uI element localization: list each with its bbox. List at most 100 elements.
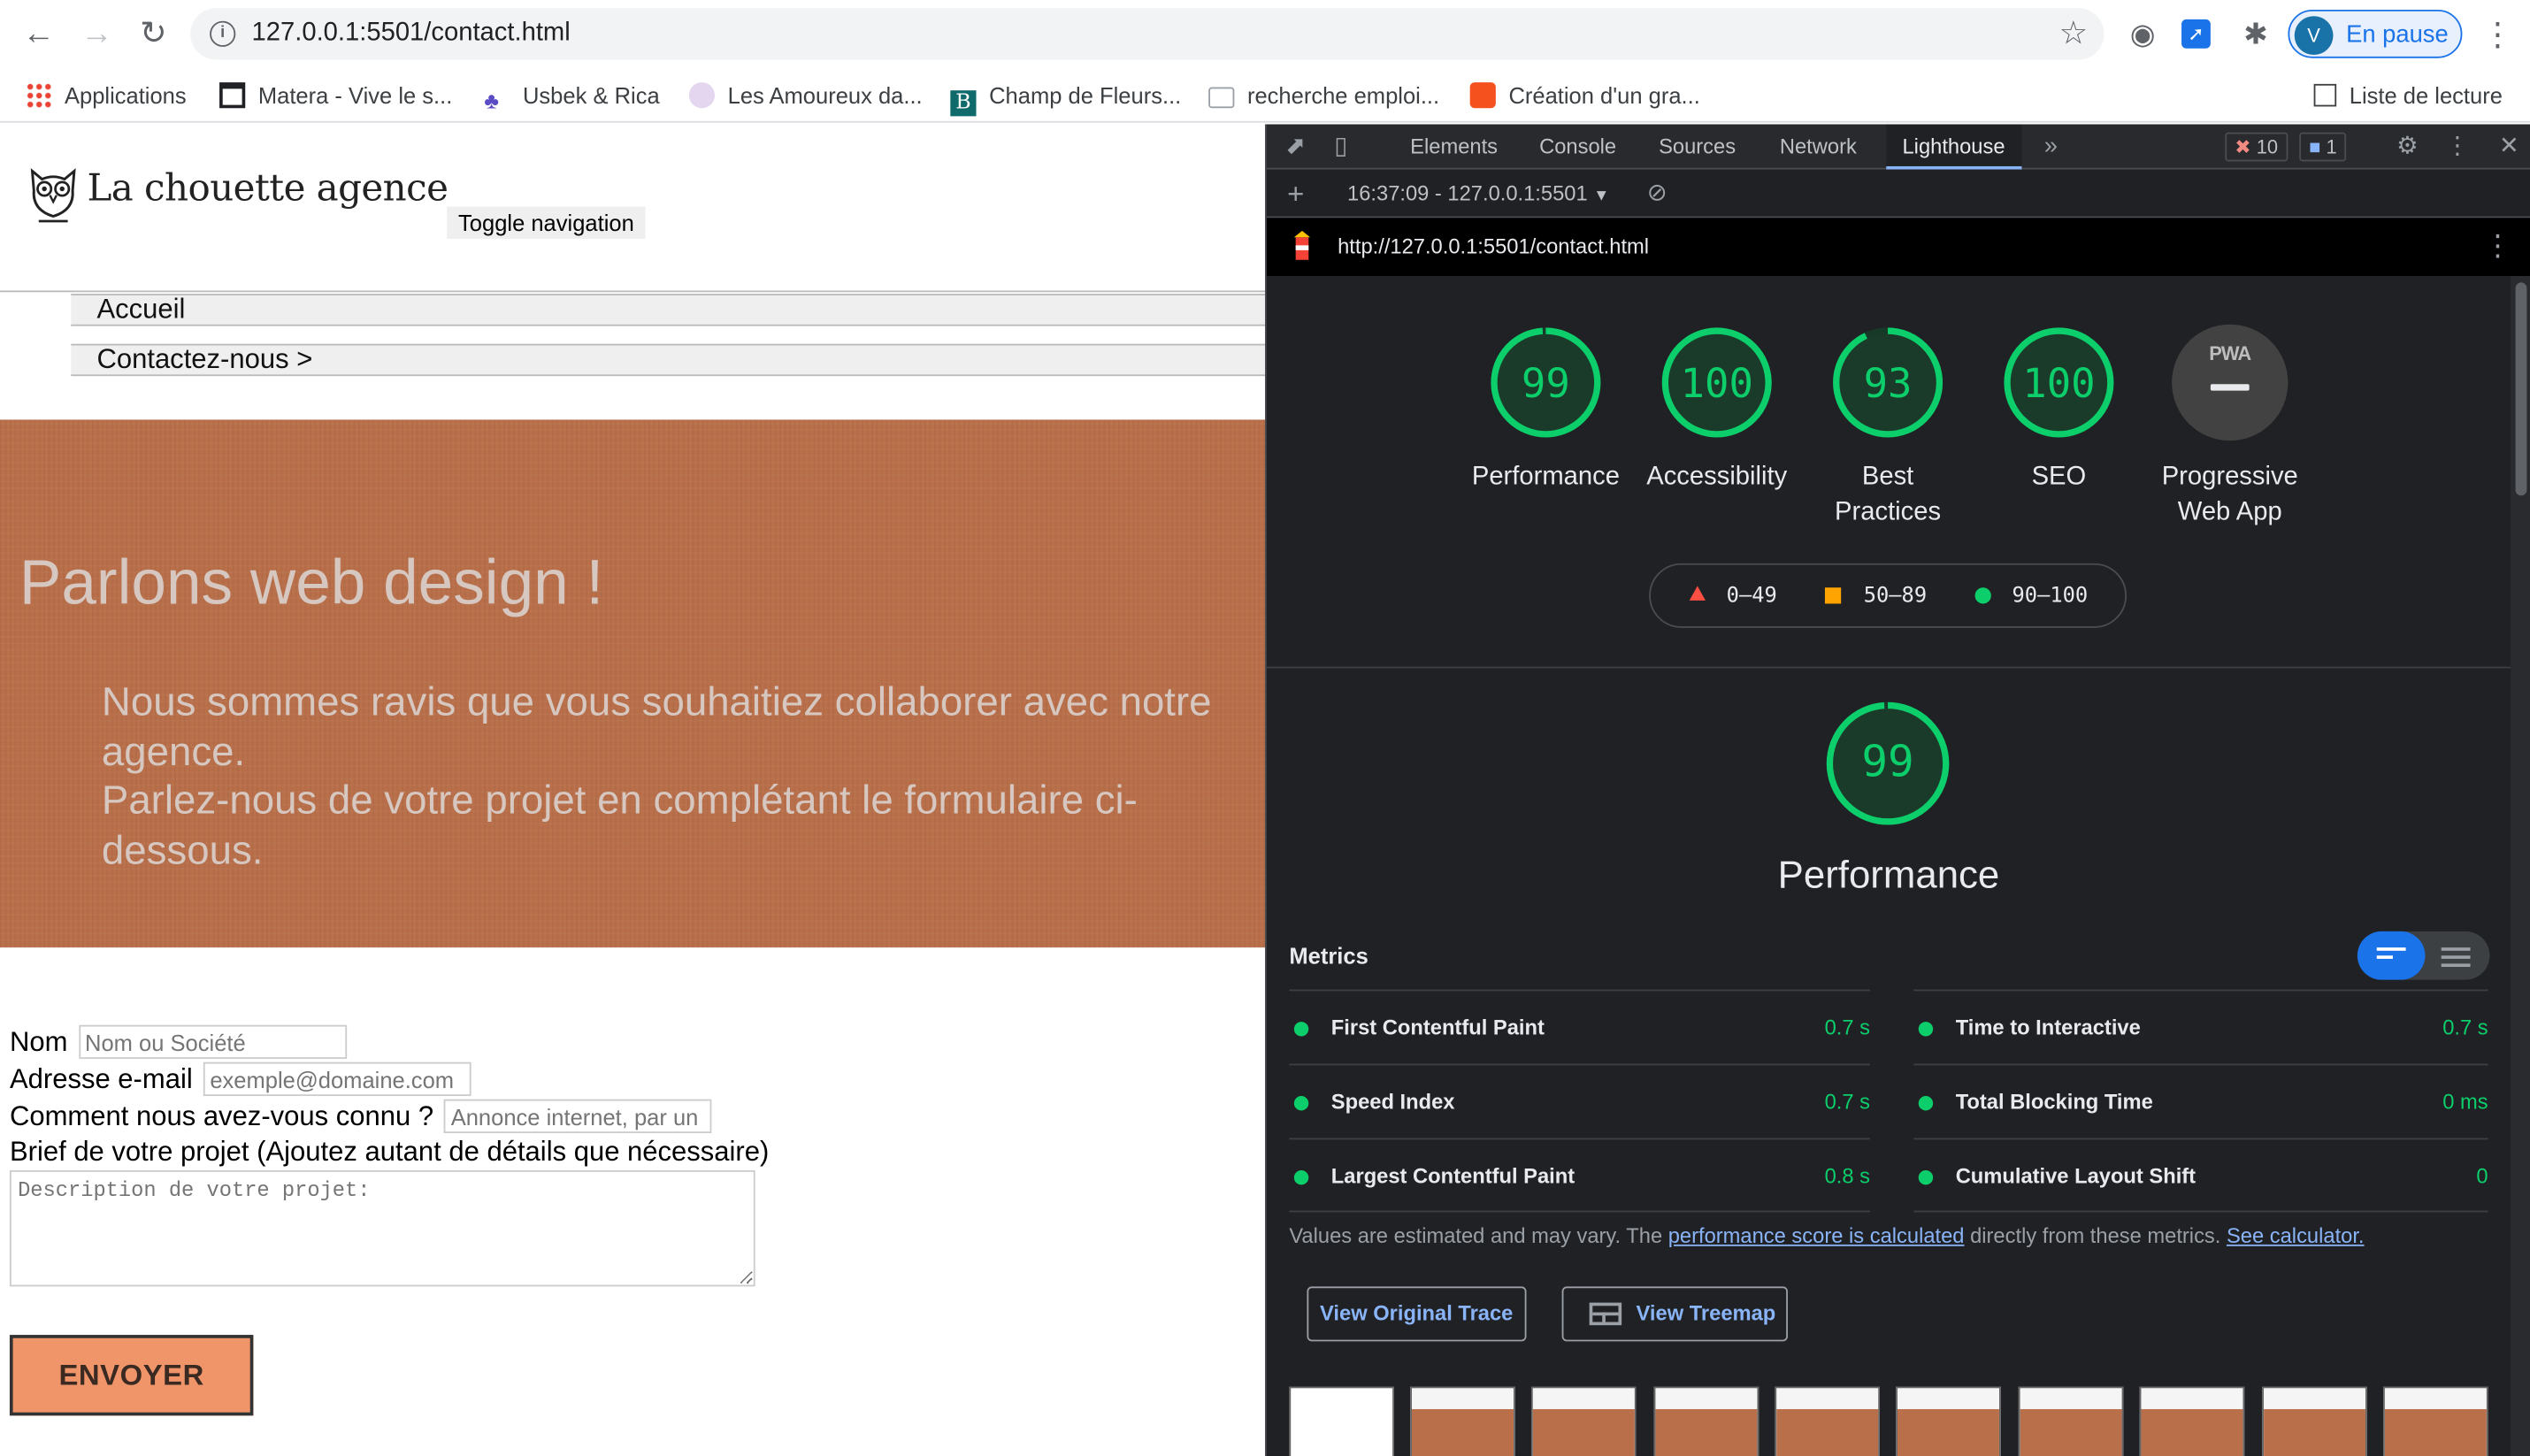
view-treemap-button[interactable]: View Treemap (1561, 1286, 1789, 1342)
back-arrow-icon[interactable]: ← (19, 14, 58, 53)
filmstrip-frame (2262, 1386, 2367, 1456)
gauge-pwa[interactable]: PWA Progressive Web App (2141, 324, 2319, 532)
bookmark-amoureux[interactable]: Les Amoureux da... (688, 78, 923, 113)
report-selector[interactable]: 16:37:09 - 127.0.0.1:5501 ▼ (1347, 180, 1609, 204)
flower-icon (688, 82, 716, 109)
lighthouse-report: 99 Performance 100 Accessibility 93 Best… (1266, 276, 2511, 1456)
expanded-view-icon[interactable] (2441, 947, 2471, 971)
score-legend: 0–49 50–89 90–100 (1649, 563, 2128, 628)
gauge-accessibility[interactable]: 100 Accessibility (1628, 325, 1806, 495)
bookmark-recherche[interactable]: recherche emploi... (1208, 78, 1439, 113)
gauge-seo[interactable]: 100 SEO (1970, 325, 2148, 495)
folder-icon (1208, 87, 1235, 109)
gauge-performance[interactable]: 99 Performance (1457, 325, 1635, 495)
nav-item-contact[interactable]: Contactez-nous > (71, 343, 1266, 377)
bookmark-usbek[interactable]: ♣ Usbek & Rica (484, 78, 659, 113)
metrics-view-toggle[interactable] (2357, 931, 2490, 980)
metrics-heading: Metrics (1289, 942, 1368, 969)
devtools-menu-icon[interactable]: ⋮ (2442, 131, 2473, 163)
report-scrollbar[interactable] (2511, 276, 2530, 1456)
close-icon[interactable]: ✕ (2493, 131, 2525, 163)
devtools-tabbar: ⬈ ▯ Elements Console Sources Network Lig… (1266, 124, 2530, 170)
pass-dot-icon (1293, 1096, 1309, 1111)
messages-count: 1 (2326, 135, 2337, 158)
email-input[interactable] (203, 1061, 472, 1097)
filmstrip-frame (1289, 1386, 1394, 1456)
bookmark-label: Création d'un gra... (1508, 82, 1700, 109)
brief-textarea[interactable] (9, 1169, 755, 1287)
performance-score-link[interactable]: performance score is calculated (1668, 1223, 1965, 1247)
reload-icon[interactable]: ↻ (134, 14, 172, 53)
inspect-element-icon[interactable]: ⬈ (1279, 131, 1311, 163)
performance-title: Performance (1777, 854, 2000, 898)
lines-icon (2376, 947, 2406, 963)
b-logo-icon: B (950, 90, 977, 117)
treemap-icon (1589, 1302, 1622, 1326)
extension-icon[interactable]: ➚ (2181, 19, 2211, 49)
bookmark-applications[interactable]: Applications (26, 78, 187, 113)
bookmark-matera[interactable]: Matera - Vive le s... (219, 78, 452, 113)
site-info-icon[interactable]: i (210, 20, 236, 47)
tab-network[interactable]: Network (1780, 125, 1857, 170)
clear-block-icon[interactable]: ⊘ (1641, 178, 1673, 210)
tab-elements[interactable]: Elements (1410, 125, 1498, 170)
address-bar[interactable]: i 127.0.0.1:5501/contact.html ☆ (190, 8, 2104, 60)
section-divider (1266, 666, 2511, 669)
metric-time-to-interactive: Time to Interactive 0.7 s (1913, 989, 2488, 1064)
browser-menu-icon[interactable]: ⋮ (2481, 14, 2513, 55)
new-report-icon[interactable]: + (1279, 178, 1311, 210)
more-tabs-icon[interactable]: » (2035, 131, 2066, 163)
pass-circle-icon (1974, 587, 1991, 604)
submit-button[interactable]: ENVOYER (9, 1335, 254, 1416)
nav-item-accueil[interactable]: Accueil (71, 294, 1266, 326)
filmstrip-frame (1775, 1386, 1880, 1456)
play-icon (1469, 82, 1496, 109)
metric-label: Time to Interactive (1955, 1015, 2141, 1040)
note-text: directly from these metrics. (1964, 1223, 2227, 1248)
message-icon: ■ (2309, 135, 2321, 158)
email-label: Adresse e-mail (9, 1063, 193, 1095)
toggle-navigation-button[interactable]: Toggle navigation (447, 206, 646, 240)
forward-arrow-icon[interactable]: → (78, 14, 117, 53)
hero-text-line-1: Nous sommes ravis que vous souhaitiez co… (101, 679, 1212, 774)
legend-pass: 90–100 (2012, 584, 2089, 609)
pass-dot-icon (1918, 1169, 1934, 1185)
home-icon (219, 82, 246, 109)
profile-button[interactable]: V En pause (2288, 9, 2463, 58)
calculator-link[interactable]: See calculator. (2227, 1223, 2365, 1247)
scrollbar-thumb[interactable] (2515, 282, 2527, 496)
messages-badge[interactable]: ■ 1 (2299, 132, 2347, 162)
name-row: Nom (10, 1024, 347, 1061)
filmstrip-frame (2383, 1386, 2488, 1456)
bookmark-star-icon[interactable]: ☆ (2059, 13, 2089, 54)
tab-lighthouse[interactable]: Lighthouse (1886, 124, 2021, 170)
compact-view-button[interactable] (2357, 931, 2426, 980)
gauge-label: Performance (1471, 463, 1620, 491)
metric-value: 0 (2476, 1163, 2488, 1189)
tab-sources[interactable]: Sources (1659, 125, 1736, 170)
lighthouse-icon (1293, 230, 1311, 260)
filmstrip-frame (1896, 1386, 2001, 1456)
bookmark-creation[interactable]: Création d'un gra... (1469, 78, 1700, 113)
view-original-trace-button[interactable]: View Original Trace (1307, 1286, 1526, 1342)
puzzle-extensions-icon[interactable]: ✱ (2238, 16, 2273, 51)
settings-gear-icon[interactable]: ⚙ (2391, 131, 2423, 163)
device-toolbar-icon[interactable]: ▯ (1325, 131, 1357, 163)
reading-list-button[interactable]: Liste de lecture (2313, 78, 2503, 113)
source-input[interactable] (444, 1099, 713, 1134)
gauge-score: 99 (1521, 359, 1570, 407)
hero-text: Nous sommes ravis que vous souhaitiez co… (102, 678, 1215, 875)
fail-triangle-icon (1689, 586, 1706, 601)
filmstrip-frame (1653, 1386, 1760, 1456)
error-icon: ✖ (2235, 135, 2251, 158)
legend-average: 50–89 (1863, 584, 1928, 609)
errors-badge[interactable]: ✖ 10 (2225, 132, 2288, 162)
profile-status: En pause (2346, 20, 2449, 49)
gauge-best-practices[interactable]: 93 Best Practices (1799, 325, 1977, 532)
legend-fail: 0–49 (1726, 584, 1777, 609)
report-menu-icon[interactable]: ⋮ (2483, 229, 2512, 263)
camera-icon[interactable]: ◉ (2125, 16, 2160, 51)
tab-console[interactable]: Console (1539, 125, 1616, 170)
bookmark-champ[interactable]: B Champ de Fleurs... (950, 78, 1181, 117)
name-input[interactable] (78, 1024, 347, 1060)
